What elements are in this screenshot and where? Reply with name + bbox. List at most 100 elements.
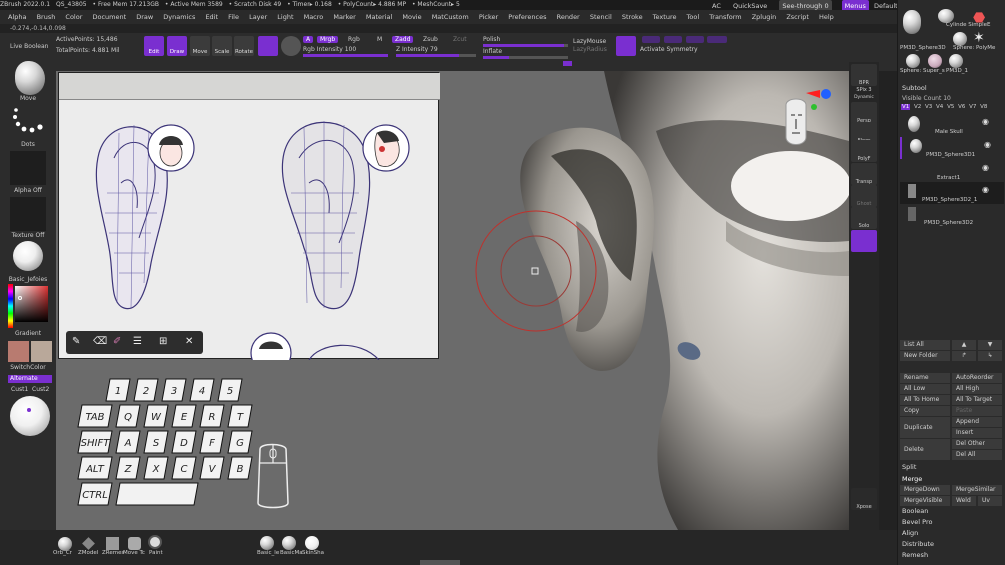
menu-alpha[interactable]: Alpha [8, 13, 26, 21]
menu-draw[interactable]: Draw [136, 13, 153, 21]
menu-material[interactable]: Material [366, 13, 392, 21]
cust1-button[interactable]: Cust1 [11, 386, 28, 393]
sym-y-toggle[interactable] [664, 36, 682, 43]
menu-stencil[interactable]: Stencil [590, 13, 612, 21]
gradient-label[interactable]: Gradient [0, 330, 56, 337]
tool-thumb-head[interactable] [903, 10, 921, 34]
vset-2[interactable]: V2 [914, 104, 921, 110]
transp-button[interactable]: Transp [851, 163, 877, 185]
spix-slider[interactable]: SPix 3 [851, 87, 877, 93]
eye-icon[interactable]: ◉ [984, 140, 991, 149]
arrow-up-icon[interactable]: ▲ [952, 340, 976, 350]
vset-5[interactable]: V5 [947, 104, 954, 110]
menu-movie[interactable]: Movie [402, 13, 421, 21]
vset-3[interactable]: V3 [925, 104, 932, 110]
lazyradius-slider[interactable]: LazyRadius [573, 46, 607, 53]
mergedown-button[interactable]: MergeDown [900, 485, 950, 495]
primary-color-swatch[interactable] [8, 341, 29, 362]
remesh-section[interactable]: Remesh [898, 550, 1005, 561]
ghost-button[interactable]: Ghost [851, 185, 877, 207]
menu-color[interactable]: Color [65, 13, 82, 21]
delete-button[interactable]: Delete [900, 439, 950, 460]
pencil-icon[interactable]: ✎ [72, 336, 80, 347]
del-all-button[interactable]: Del All [952, 450, 1002, 460]
mergevisible-button[interactable]: MergeVisible [900, 496, 950, 506]
menu-matcustom[interactable]: MatCustom [432, 13, 469, 21]
subtool-item[interactable]: PM3D_Sphere3D1 ◉ [900, 137, 1004, 159]
merge-section[interactable]: Merge [898, 474, 1005, 485]
eye-icon[interactable]: ◉ [982, 163, 989, 172]
sym-r-toggle[interactable] [707, 36, 727, 43]
basicma-material-thumb[interactable] [282, 536, 296, 550]
symmetry-icon[interactable] [616, 36, 636, 56]
eye-icon[interactable]: ◉ [982, 185, 989, 194]
eraser-icon[interactable]: ⌫ [93, 336, 107, 347]
transpose-icon[interactable] [258, 36, 278, 56]
append-button[interactable]: Append [952, 417, 1002, 427]
all-to-target-button[interactable]: All To Target [952, 395, 1002, 405]
z-intensity-slider[interactable]: Z Intensity 79 [396, 46, 438, 53]
stroke-thumbnail[interactable] [10, 104, 46, 139]
texture-thumbnail[interactable] [10, 197, 46, 231]
inflate-bar[interactable] [483, 56, 568, 59]
lazymouse-button[interactable]: LazyMouse [573, 38, 606, 45]
rgb-toggle[interactable]: Rgb [348, 36, 360, 43]
reference-image[interactable] [58, 72, 440, 360]
activate-symmetry-button[interactable]: Activate Symmetry [640, 46, 698, 53]
distribute-section[interactable]: Distribute [898, 539, 1005, 550]
visible-count[interactable]: Visible Count 10 [898, 93, 1005, 104]
menu-icon[interactable]: ☰ [133, 336, 142, 347]
menu-stroke[interactable]: Stroke [622, 13, 643, 21]
menu-document[interactable]: Document [92, 13, 126, 21]
menu-file[interactable]: File [228, 13, 239, 21]
vset-7[interactable]: V7 [969, 104, 976, 110]
paste-button[interactable]: Paste [952, 406, 1002, 416]
bpr-button[interactable]: BPR [851, 64, 877, 86]
tool-thumb-polyme[interactable] [953, 32, 967, 46]
menu-brush[interactable]: Brush [37, 13, 56, 21]
scale-button[interactable]: Scale [212, 36, 232, 56]
list-all-button[interactable]: List All [900, 340, 950, 350]
tool-thumb-super[interactable] [906, 54, 920, 68]
edit-button[interactable]: Edit [144, 36, 164, 56]
polyf-button[interactable]: PolyF [851, 140, 877, 162]
menu-zplugin[interactable]: Zplugin [752, 13, 777, 21]
split-section[interactable]: Split [898, 462, 1005, 473]
persp-button[interactable]: Persp [851, 102, 877, 124]
polish-slider[interactable]: Polish [483, 36, 500, 43]
live-boolean-button[interactable]: Live Boolean [10, 43, 48, 50]
secondary-color-swatch[interactable] [31, 341, 52, 362]
transpose-toggle[interactable] [851, 230, 877, 252]
material-sphere-icon[interactable] [281, 36, 301, 56]
switchcolor-button[interactable]: SwitchColor [0, 364, 56, 371]
menu-texture[interactable]: Texture [653, 13, 677, 21]
menu-transform[interactable]: Transform [709, 13, 741, 21]
all-low-button[interactable]: All Low [900, 384, 950, 394]
menu-layer[interactable]: Layer [249, 13, 267, 21]
skinshade-material-thumb[interactable] [305, 536, 319, 550]
arrow-down-icon[interactable]: ▼ [978, 340, 1002, 350]
mrgb-toggle[interactable]: Mrgb [317, 36, 339, 43]
solo-button[interactable]: Solo [851, 207, 877, 229]
bottom-scroll-handle[interactable] [420, 560, 460, 565]
matcap-thumbnail[interactable] [10, 396, 50, 436]
rgb-intensity-slider[interactable]: Rgb Intensity 100 [303, 46, 356, 53]
z-intensity-bar[interactable] [396, 54, 476, 57]
subtool-item[interactable]: Male Skull ◉ [900, 114, 1004, 136]
basic-material-thumb[interactable] [260, 536, 274, 550]
menu-render[interactable]: Render [557, 13, 580, 21]
sym-z-toggle[interactable] [686, 36, 704, 43]
close-icon[interactable]: ✕ [185, 336, 193, 347]
dynamic-button[interactable]: Dynamic [851, 95, 877, 100]
zremesher-icon[interactable] [106, 537, 119, 550]
star-icon[interactable]: ✶ [973, 30, 985, 46]
polish-bar[interactable] [483, 44, 568, 47]
menu-preferences[interactable]: Preferences [508, 13, 546, 21]
inflate-slider[interactable]: Inflate [483, 48, 502, 55]
ac-button[interactable]: AC [712, 2, 721, 10]
uv-button[interactable]: Uv [978, 496, 1002, 506]
rgb-intensity-bar[interactable] [303, 54, 388, 57]
draw-button[interactable]: Draw [167, 36, 187, 56]
mergesimilar-button[interactable]: MergeSimilar [952, 485, 1002, 495]
all-to-home-button[interactable]: All To Home [900, 395, 950, 405]
